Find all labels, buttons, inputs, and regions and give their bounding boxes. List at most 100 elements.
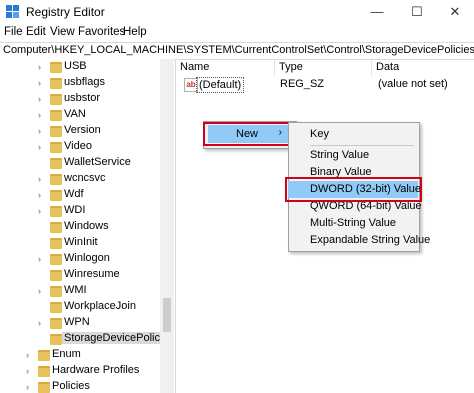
submenu-item-string-value[interactable]: String Value: [288, 147, 418, 164]
column-header-data-label: Data: [376, 61, 400, 73]
expand-arrow-icon[interactable]: ›: [38, 317, 46, 329]
tree-item[interactable]: WorkplaceJoin: [0, 299, 174, 315]
address-bar[interactable]: Computer\HKEY_LOCAL_MACHINE\SYSTEM\Curre…: [0, 42, 474, 60]
tree-item-label: WinInit: [64, 236, 98, 248]
folder-icon: [38, 366, 50, 377]
tree-item[interactable]: Winresume: [0, 267, 174, 283]
tree-item-label: Hardware Profiles: [52, 364, 140, 376]
tree-item-label: WorkplaceJoin: [64, 300, 136, 312]
expand-arrow-icon[interactable]: ›: [38, 61, 46, 73]
folder-icon: [50, 174, 62, 185]
folder-icon: [50, 318, 62, 329]
column-header-type[interactable]: Type: [275, 59, 372, 76]
tree-item-label: usbstor: [64, 92, 101, 104]
tree-item-label: Wdf: [64, 188, 84, 200]
tree-scrollbar[interactable]: [160, 59, 174, 393]
expand-arrow-icon[interactable]: ›: [38, 77, 46, 89]
folder-icon: [50, 158, 62, 169]
expand-arrow-icon[interactable]: ›: [38, 93, 46, 105]
menu-edit[interactable]: Edit: [26, 26, 46, 38]
folder-icon: [50, 78, 62, 89]
value-type: REG_SZ: [280, 78, 325, 90]
menu-help[interactable]: Help: [123, 26, 147, 38]
tree-item-label: Version: [64, 124, 101, 136]
tree-item-label: WPN: [64, 316, 90, 328]
value-data: (value not set): [378, 78, 448, 90]
submenu-item-multi-string-value[interactable]: Multi-String Value: [288, 215, 418, 232]
submenu-item-key[interactable]: Key: [288, 126, 418, 143]
tree-item[interactable]: › Enum: [0, 347, 174, 363]
expand-arrow-icon[interactable]: ›: [38, 173, 46, 185]
expand-arrow-icon[interactable]: ›: [38, 189, 46, 201]
tree-item[interactable]: › Video: [0, 139, 174, 155]
tree-item[interactable]: › WDI: [0, 203, 174, 219]
folder-icon: [50, 62, 62, 73]
submenu-item-label: Expandable String Value: [310, 234, 431, 246]
title-bar: Registry Editor — ☐ ✕: [0, 0, 474, 24]
expand-arrow-icon[interactable]: ›: [38, 205, 46, 217]
folder-icon: [50, 126, 62, 137]
menu-file[interactable]: File: [4, 26, 23, 38]
tree-item-label: WDI: [64, 204, 86, 216]
folder-icon: [38, 350, 50, 361]
column-header-data[interactable]: Data: [372, 59, 473, 76]
tree-item-label: VAN: [64, 108, 86, 120]
column-header-name[interactable]: Name: [176, 59, 275, 76]
menu-favorites[interactable]: Favorites: [78, 26, 125, 38]
tree-item-label: Windows: [64, 220, 109, 232]
tree-item-label: usbflags: [64, 76, 105, 88]
submenu-item-label: String Value: [310, 149, 370, 161]
value-name: (Default): [196, 77, 245, 93]
scrollbar-thumb[interactable]: [163, 298, 171, 332]
expand-arrow-icon[interactable]: ›: [26, 381, 34, 393]
tree-item-label: WalletService: [64, 156, 131, 168]
tree-item[interactable]: › Wdf: [0, 187, 174, 203]
tree-item-label: wcncsvc: [64, 172, 106, 184]
close-button[interactable]: ✕: [436, 0, 474, 24]
maximize-button[interactable]: ☐: [398, 0, 436, 24]
tree-item-label: Policies: [52, 380, 90, 392]
tree-item-label: Video: [64, 140, 92, 152]
tree-item[interactable]: › usbflags: [0, 75, 174, 91]
key-tree: › USB › usbflags › usbstor › VAN › Versi…: [0, 59, 174, 393]
folder-icon: [50, 190, 62, 201]
registry-editor-icon: [6, 5, 20, 19]
minimize-button[interactable]: —: [358, 0, 396, 24]
tree-item-label: Enum: [52, 348, 81, 360]
tree-item[interactable]: › WPN: [0, 315, 174, 331]
menu-view[interactable]: View: [50, 26, 75, 38]
expand-arrow-icon[interactable]: ›: [26, 349, 34, 361]
tree-item[interactable]: › wcncsvc: [0, 171, 174, 187]
expand-arrow-icon[interactable]: ›: [38, 109, 46, 121]
tree-item[interactable]: › USB: [0, 59, 174, 75]
tree-item[interactable]: › Policies: [0, 379, 174, 393]
expand-arrow-icon[interactable]: ›: [38, 253, 46, 265]
tree-item[interactable]: › Version: [0, 123, 174, 139]
tree-item-selected[interactable]: StorageDevicePolicies: [0, 331, 174, 347]
tree-item[interactable]: › VAN: [0, 107, 174, 123]
expand-arrow-icon[interactable]: ›: [38, 141, 46, 153]
folder-icon: [50, 142, 62, 153]
pane-splitter[interactable]: [175, 59, 176, 393]
tree-item-label: Winlogon: [64, 252, 110, 264]
tree-item[interactable]: › Hardware Profiles: [0, 363, 174, 379]
folder-icon: [50, 206, 62, 217]
folder-icon: [38, 382, 50, 393]
tree-item[interactable]: WalletService: [0, 155, 174, 171]
tree-item[interactable]: WinInit: [0, 235, 174, 251]
tree-item-label: StorageDevicePolicies: [62, 332, 174, 344]
tree-item[interactable]: › Winlogon: [0, 251, 174, 267]
column-header-name-label: Name: [180, 61, 210, 73]
expand-arrow-icon[interactable]: ›: [38, 285, 46, 297]
submenu-item-label: Multi-String Value: [310, 217, 396, 229]
tree-item[interactable]: Windows: [0, 219, 174, 235]
tree-item[interactable]: › usbstor: [0, 91, 174, 107]
folder-icon: [50, 254, 62, 265]
expand-arrow-icon[interactable]: ›: [26, 365, 34, 377]
submenu-item-expandable-string-value[interactable]: Expandable String Value: [288, 232, 430, 249]
tree-item-label: USB: [64, 60, 87, 72]
folder-icon: [50, 94, 62, 105]
folder-icon: [50, 334, 62, 345]
tree-item[interactable]: › WMI: [0, 283, 174, 299]
expand-arrow-icon[interactable]: ›: [38, 125, 46, 137]
